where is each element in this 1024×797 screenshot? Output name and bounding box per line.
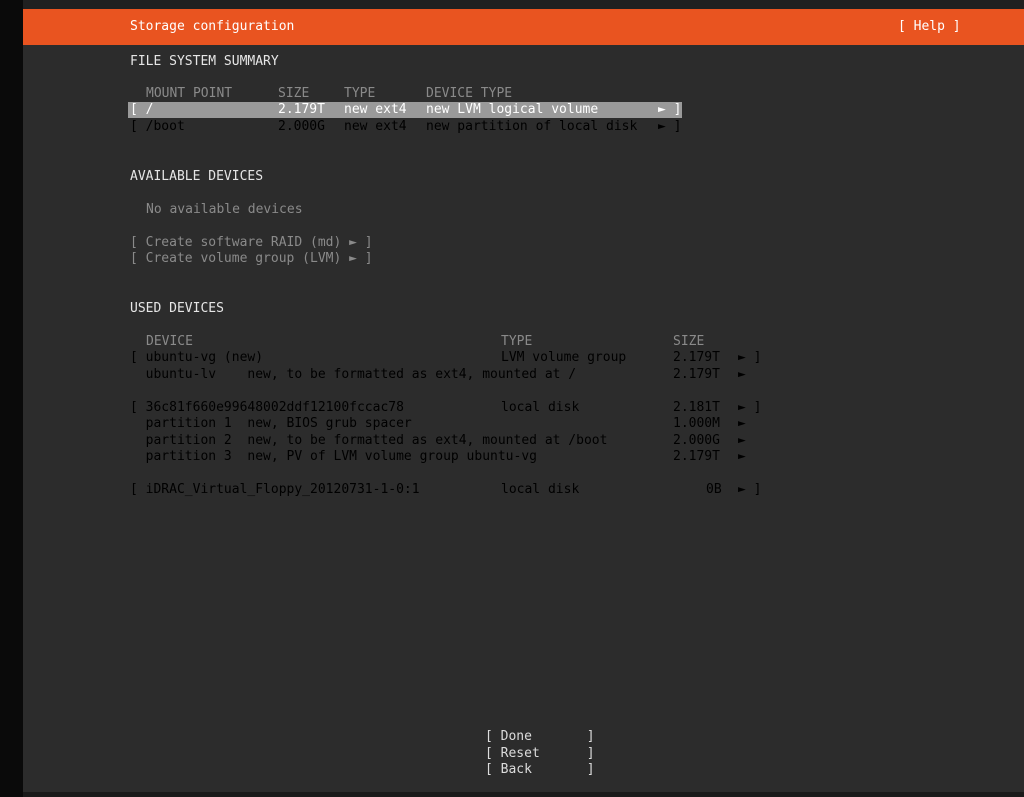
device-size: 0B	[706, 482, 722, 497]
col-size: SIZE	[673, 334, 705, 349]
back-button[interactable]: [ Back ]	[485, 762, 595, 778]
device-name: partition 1 new, BIOS grub spacer	[130, 416, 412, 431]
device-type: new LVM logical volume	[426, 102, 599, 117]
fs-column-headers: MOUNT POINT SIZE TYPE DEVICE TYPE	[130, 86, 690, 102]
row-arrow-icon: ►	[738, 449, 746, 464]
device-name: partition 2 new, to be formatted as ext4…	[130, 433, 608, 448]
help-button[interactable]: [ Help ]	[898, 19, 961, 34]
device-row-ubuntu-lv[interactable]: ubuntu-lv new, to be formatted as ext4, …	[130, 367, 780, 383]
device-row-ubuntu-vg[interactable]: [ ubuntu-vg (new) LVM volume group 2.179…	[130, 350, 780, 366]
row-arrow-icon: ►	[738, 416, 746, 431]
col-mount-point: MOUNT POINT	[146, 86, 233, 101]
device-name: [ ubuntu-vg (new)	[130, 350, 264, 365]
page-title: Storage configuration	[130, 19, 295, 34]
device-name: [ 36c81f660e99648002ddf12100fccac78	[130, 400, 404, 415]
device-row-partition-2[interactable]: partition 2 new, to be formatted as ext4…	[130, 433, 780, 449]
device-type: new partition of local disk	[426, 119, 638, 134]
row-arrow-icon: ► ]	[658, 119, 682, 134]
fs-type: new ext4	[344, 102, 407, 117]
device-type: local disk	[501, 482, 580, 497]
mount-point: [ /boot	[130, 119, 185, 134]
device-size: 2.000G	[673, 433, 720, 448]
device-row-partition-3[interactable]: partition 3 new, PV of LVM volume group …	[130, 449, 780, 465]
available-heading: AVAILABLE DEVICES	[130, 169, 264, 184]
used-heading: USED DEVICES	[130, 301, 224, 316]
reset-button[interactable]: [ Reset ]	[485, 746, 595, 762]
header-bar: Storage configuration [ Help ]	[23, 9, 1024, 45]
no-devices-text: No available devices	[146, 202, 303, 217]
device-name: partition 3 new, PV of LVM volume group …	[130, 449, 537, 464]
size: 2.000G	[278, 119, 325, 134]
device-type: local disk	[501, 400, 580, 415]
row-arrow-icon: ► ]	[738, 482, 762, 497]
done-button[interactable]: [ Done ]	[485, 729, 595, 745]
fs-type: new ext4	[344, 119, 407, 134]
bottom-border	[23, 792, 1024, 797]
device-size: 2.181T	[673, 400, 720, 415]
device-row-local-disk[interactable]: [ 36c81f660e99648002ddf12100fccac78 loca…	[130, 400, 780, 416]
fs-summary-heading: FILE SYSTEM SUMMARY	[130, 54, 279, 69]
col-device-type: DEVICE TYPE	[426, 86, 513, 101]
row-arrow-icon: ► ]	[738, 400, 762, 415]
device-row-partition-1[interactable]: partition 1 new, BIOS grub spacer 1.000M…	[130, 416, 780, 432]
left-border	[0, 0, 23, 797]
device-row-floppy[interactable]: [ iDRAC_Virtual_Floppy_20120731-1-0:1 lo…	[130, 482, 780, 498]
fs-row-boot[interactable]: [ /boot 2.000G new ext4 new partition of…	[128, 119, 682, 135]
device-size: 2.179T	[673, 449, 720, 464]
mount-point: [ /	[130, 102, 154, 117]
col-type: TYPE	[344, 86, 376, 101]
row-arrow-icon: ►	[738, 433, 746, 448]
row-arrow-icon: ► ]	[738, 350, 762, 365]
used-column-headers: DEVICE TYPE SIZE	[130, 334, 780, 350]
fs-row-root[interactable]: [ / 2.179T new ext4 new LVM logical volu…	[128, 102, 682, 118]
top-border	[23, 0, 1024, 9]
installer-screen: Storage configuration [ Help ] FILE SYST…	[23, 9, 1024, 792]
create-raid-button[interactable]: [ Create software RAID (md) ► ]	[130, 235, 373, 251]
col-device: DEVICE	[146, 334, 193, 349]
device-name: [ iDRAC_Virtual_Floppy_20120731-1-0:1	[130, 482, 420, 497]
device-name: ubuntu-lv new, to be formatted as ext4, …	[130, 367, 577, 382]
create-volume-group-button[interactable]: [ Create volume group (LVM) ► ]	[130, 251, 373, 267]
row-arrow-icon: ►	[738, 367, 746, 382]
size: 2.179T	[278, 102, 325, 117]
col-size: SIZE	[278, 86, 310, 101]
col-type: TYPE	[501, 334, 533, 349]
device-size: 2.179T	[673, 367, 720, 382]
device-type: LVM volume group	[501, 350, 627, 365]
row-arrow-icon: ► ]	[658, 102, 682, 117]
device-size: 2.179T	[673, 350, 720, 365]
device-size: 1.000M	[673, 416, 720, 431]
